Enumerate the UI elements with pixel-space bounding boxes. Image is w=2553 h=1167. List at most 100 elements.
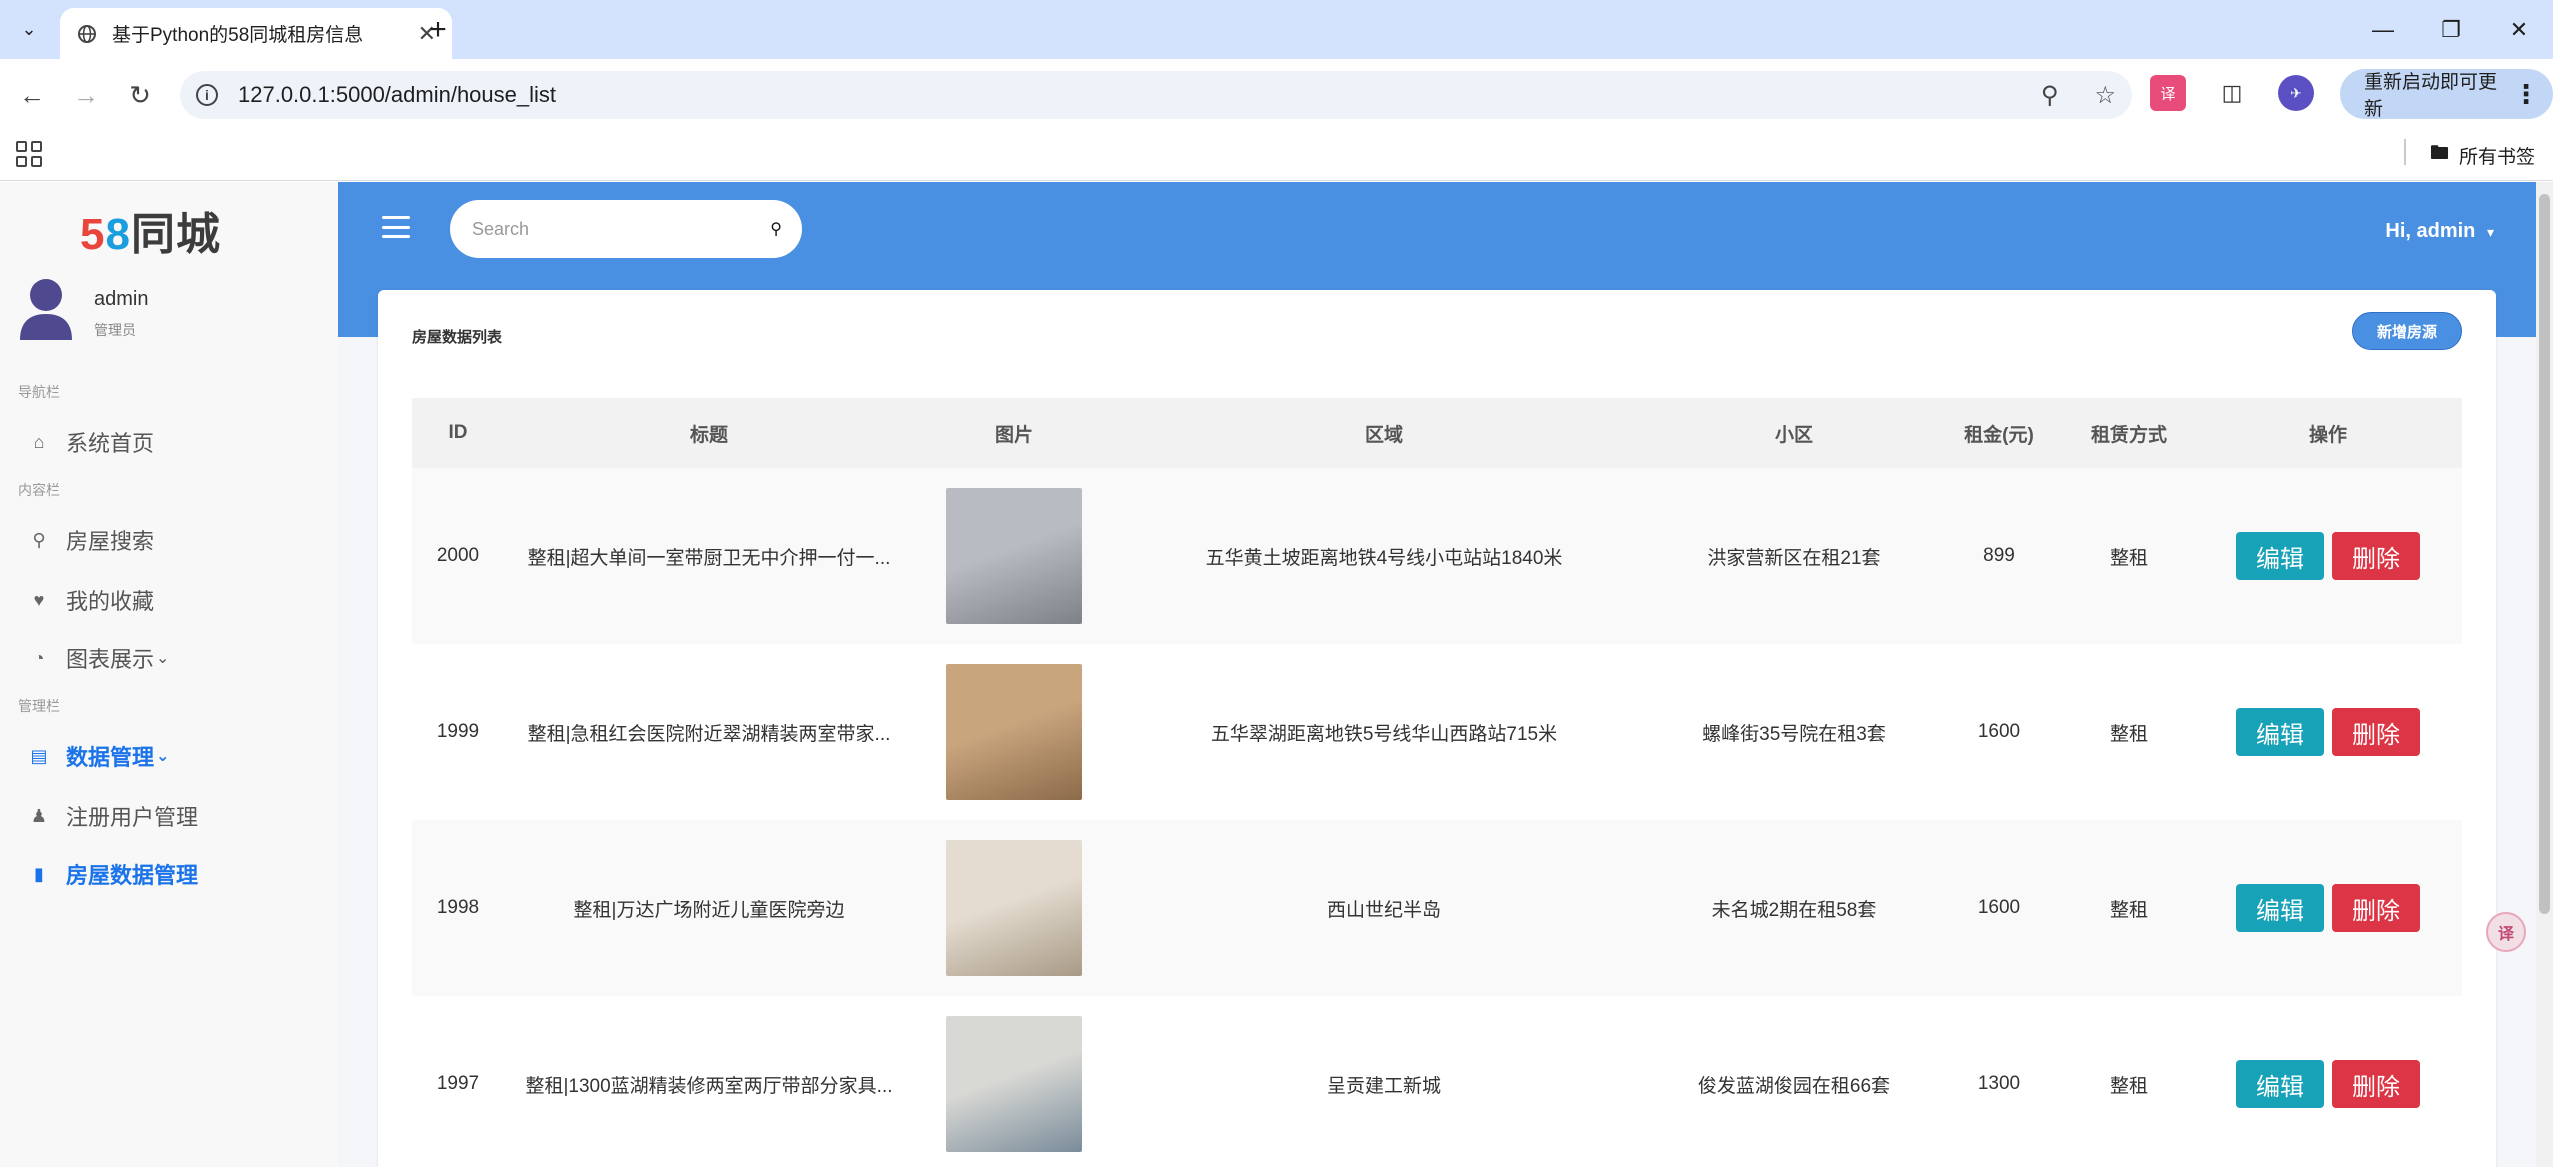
cell-area: 呈贡建工新城 (1326, 1075, 1441, 1097)
column-header[interactable]: 标题 (504, 398, 914, 468)
sidebar-item-user-management[interactable]: ♟ 注册用户管理 (0, 790, 338, 842)
house-list-card: 房屋数据列表 新增房源 ID 标题 图片 区域 小区 租金(元) 租赁方式 操作… (378, 290, 2496, 1167)
cell-area: 五华翠湖距离地铁5号线华山西路站715米 (1210, 723, 1558, 745)
cell-id: 1998 (436, 897, 480, 918)
user-greeting: Hi, admin (2385, 220, 2476, 242)
sidebar: 58同城 admin 管理员 导航栏 ⌂ 系统首页 内容栏 ⚲ 房屋搜索 ♥ 我… (0, 182, 338, 1167)
column-header[interactable]: 租赁方式 (2064, 398, 2194, 468)
cell-price: 899 (1983, 545, 2015, 566)
sidebar-item-label: 房屋数据管理 (66, 863, 199, 888)
file-icon: ▮ (34, 863, 44, 884)
apps-grid-icon[interactable] (16, 141, 42, 167)
page-scrollbar[interactable] (2536, 182, 2553, 1167)
sidebar-item-label: 注册用户管理 (66, 805, 199, 830)
user-menu[interactable]: Hi, admin ▾ (2385, 220, 2494, 243)
search-icon: ⚲ (32, 529, 46, 550)
sidebar-item-house-data-management[interactable]: ▮ 房屋数据管理 (0, 848, 338, 900)
sidebar-item-favorites[interactable]: ♥ 我的收藏 (0, 574, 338, 626)
floating-translate-icon[interactable]: 译 (2486, 912, 2526, 952)
bookmarks-bar: 🖿 所有书签 (0, 129, 2553, 181)
cell-rent-type: 整租 (2109, 1075, 2148, 1097)
cell-area: 西山世纪半岛 (1326, 899, 1441, 921)
cell-id: 1997 (436, 1073, 480, 1094)
delete-button[interactable]: 删除 (2332, 708, 2420, 756)
sidebar-item-label: 数据管理 (66, 745, 155, 770)
cell-community: 未名城2期在租58套 (1711, 899, 1877, 921)
logo-digit-5: 5 (80, 210, 106, 259)
forward-arrow-icon[interactable]: → (66, 75, 106, 115)
restore-icon[interactable]: ❐ (2417, 0, 2485, 59)
profile-avatar-icon[interactable]: ✈ (2278, 75, 2314, 111)
update-label: 重新启动即可更新 (2364, 72, 2498, 120)
site-info-icon[interactable]: i (196, 84, 218, 106)
delete-button[interactable]: 删除 (2332, 1060, 2420, 1108)
table-row: 1999 整租|急租红会医院附近翠湖精装两室带家... 五华翠湖距离地铁5号线华… (412, 644, 2462, 820)
search-input[interactable] (470, 217, 740, 241)
sidebar-item-data-management[interactable]: ▤ 数据管理 ⌄ (0, 730, 338, 782)
scrollbar-thumb[interactable] (2539, 194, 2550, 914)
group-label-nav: 导航栏 (18, 384, 60, 400)
search-icon[interactable]: ⚲ (770, 219, 782, 239)
reload-icon[interactable]: ↻ (120, 75, 160, 115)
cell-community: 洪家营新区在租21套 (1707, 547, 1881, 569)
sidebar-item-label: 我的收藏 (66, 589, 155, 614)
column-header[interactable]: 区域 (1114, 398, 1654, 468)
bookmark-star-icon[interactable]: ☆ (2094, 81, 2116, 110)
house-table: ID 标题 图片 区域 小区 租金(元) 租赁方式 操作 2000 整租|超大单… (412, 398, 2462, 1167)
browser-tab[interactable]: 基于Python的58同城租房信息 ✕ (60, 8, 452, 59)
edit-button[interactable]: 编辑 (2236, 708, 2324, 756)
edit-button[interactable]: 编辑 (2236, 532, 2324, 580)
window-close-icon[interactable]: ✕ (2485, 0, 2553, 59)
logo-text: 同城 (130, 210, 221, 259)
edit-button[interactable]: 编辑 (2236, 884, 2324, 932)
bookmarks-divider (2404, 139, 2406, 165)
new-tab-plus-icon[interactable]: + (420, 12, 456, 48)
cell-community: 俊发蓝湖俊园在租66套 (1697, 1075, 1891, 1097)
puzzle-extension-icon[interactable]: ◫ (2214, 75, 2250, 111)
minimize-icon[interactable]: — (2349, 0, 2417, 59)
logo-digit-8: 8 (105, 210, 131, 259)
sidebar-item-home[interactable]: ⌂ 系统首页 (0, 416, 338, 468)
sidebar-item-charts[interactable]: ◔ 图表展示 ⌄ (0, 632, 338, 684)
column-header[interactable]: 图片 (914, 398, 1114, 468)
cell-area: 五华黄土坡距离地铁4号线小屯站站1840米 (1205, 547, 1563, 569)
column-header[interactable]: 操作 (2194, 398, 2462, 468)
more-menu-icon[interactable]: ⋮ (2513, 79, 2539, 110)
all-bookmarks-folder[interactable]: 🖿 所有书签 (2430, 139, 2535, 171)
table-row: 1998 整租|万达广场附近儿童医院旁边 西山世纪半岛 未名城2期在租58套 1… (412, 820, 2462, 996)
site-logo[interactable]: 58同城 (80, 198, 221, 262)
table-row: 2000 整租|超大单间一室带厨卫无中介押一付一... 五华黄土坡距离地铁4号线… (412, 468, 2462, 644)
search-box: ⚲ (450, 200, 802, 258)
browser-tab-bar: ⌄ 基于Python的58同城租房信息 ✕ + — ❐ ✕ (0, 0, 2553, 59)
table-header-row: ID 标题 图片 区域 小区 租金(元) 租赁方式 操作 (412, 398, 2462, 468)
group-label-content: 内容栏 (18, 482, 60, 498)
tab-list-chevron-icon[interactable]: ⌄ (12, 14, 46, 44)
sidebar-item-label: 房屋搜索 (66, 529, 155, 554)
edit-button[interactable]: 编辑 (2236, 1060, 2324, 1108)
all-bookmarks-label: 所有书签 (2459, 146, 2536, 168)
hamburger-menu-icon[interactable] (382, 216, 410, 238)
house-thumbnail (946, 488, 1082, 624)
column-header[interactable]: 小区 (1654, 398, 1934, 468)
sidebar-item-house-search[interactable]: ⚲ 房屋搜索 (0, 514, 338, 566)
zoom-icon[interactable]: ⚲ (2041, 81, 2059, 110)
cell-price: 1600 (1977, 721, 2021, 742)
delete-button[interactable]: 删除 (2332, 532, 2420, 580)
column-header[interactable]: ID (412, 398, 504, 468)
cell-title: 整租|急租红会医院附近翠湖精装两室带家... (527, 723, 891, 745)
card-title: 房屋数据列表 (412, 329, 503, 346)
document-icon: ▤ (30, 745, 48, 766)
add-house-button[interactable]: 新增房源 (2352, 312, 2462, 350)
address-bar[interactable]: i 127.0.0.1:5000/admin/house_list ⚲ ☆ (180, 71, 2132, 119)
heart-icon: ♥ (33, 589, 45, 610)
cell-price: 1300 (1977, 1073, 2021, 1094)
cell-rent-type: 整租 (2109, 723, 2148, 745)
update-button[interactable]: 重新启动即可更新 ⋮ (2340, 69, 2553, 120)
column-header[interactable]: 租金(元) (1934, 398, 2064, 468)
browser-toolbar: ← → ↻ i 127.0.0.1:5000/admin/house_list … (0, 59, 2553, 129)
delete-button[interactable]: 删除 (2332, 884, 2420, 932)
back-arrow-icon[interactable]: ← (12, 75, 52, 115)
translate-extension-icon[interactable]: 译 (2150, 75, 2186, 111)
table-row: 1997 整租|1300蓝湖精装修两室两厅带部分家具... 呈贡建工新城 俊发蓝… (412, 996, 2462, 1167)
cell-community: 螺峰街35号院在租3套 (1702, 723, 1886, 745)
